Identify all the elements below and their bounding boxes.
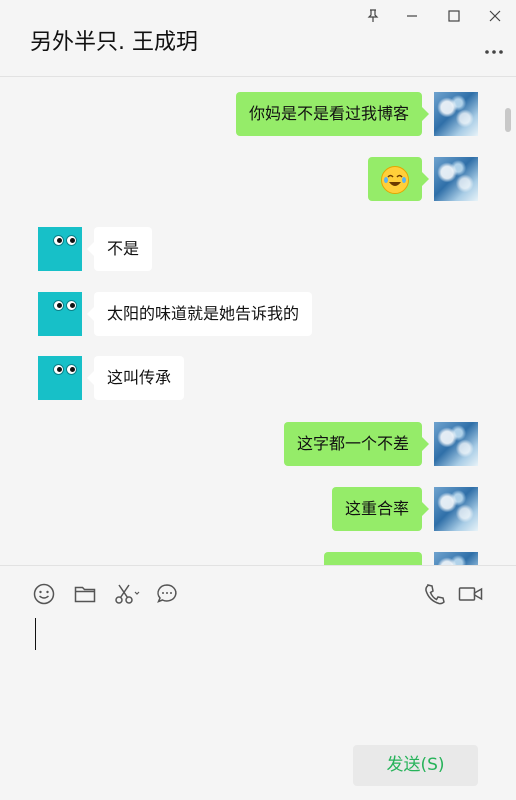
message-list[interactable]: 你妈是不是看过我博客 不是 太阳的味道就是她告诉我的 这叫传承 这字都一个不差 … bbox=[0, 78, 516, 565]
eye-icon bbox=[53, 300, 64, 311]
message-input[interactable] bbox=[30, 614, 486, 734]
minimize-icon[interactable] bbox=[400, 4, 424, 28]
compose-area: 发送(S) bbox=[0, 565, 516, 800]
my-avatar[interactable] bbox=[434, 487, 478, 531]
eye-icon bbox=[53, 364, 64, 375]
my-avatar[interactable] bbox=[434, 552, 478, 565]
my-avatar[interactable] bbox=[434, 422, 478, 466]
sent-message-bubble[interactable]: 这重合率 bbox=[331, 487, 430, 531]
pin-icon[interactable] bbox=[361, 4, 385, 28]
message-row bbox=[0, 552, 516, 565]
message-row: 这重合率 bbox=[0, 487, 516, 533]
eye-icon bbox=[53, 235, 64, 246]
emoji-icon[interactable] bbox=[32, 582, 56, 606]
chat-scrollbar[interactable] bbox=[505, 108, 511, 132]
received-message-bubble[interactable]: 太阳的味道就是她告诉我的 bbox=[86, 292, 313, 336]
chat-history-icon[interactable] bbox=[155, 582, 179, 606]
received-message-bubble[interactable]: 不是 bbox=[86, 227, 153, 271]
contact-avatar[interactable] bbox=[38, 356, 82, 400]
send-button[interactable]: 发送(S) bbox=[353, 745, 478, 786]
maximize-icon[interactable] bbox=[442, 4, 466, 28]
phone-icon[interactable] bbox=[423, 582, 447, 606]
sent-message-bubble[interactable] bbox=[368, 157, 429, 201]
chat-title: 另外半只. 王成玥 bbox=[30, 30, 198, 55]
sent-message-bubble[interactable]: 这字都一个不差 bbox=[283, 422, 430, 466]
my-avatar[interactable] bbox=[434, 92, 478, 136]
chat-header: 另外半只. 王成玥 bbox=[0, 0, 516, 77]
close-icon[interactable] bbox=[483, 4, 507, 28]
message-row bbox=[0, 157, 516, 203]
my-avatar[interactable] bbox=[434, 157, 478, 201]
sent-message-bubble[interactable]: 你妈是不是看过我博客 bbox=[235, 92, 430, 136]
message-row: 太阳的味道就是她告诉我的 bbox=[0, 292, 516, 338]
eye-icon bbox=[66, 364, 77, 375]
more-options-icon[interactable] bbox=[484, 42, 504, 54]
message-row: 不是 bbox=[0, 227, 516, 273]
message-row: 这叫传承 bbox=[0, 356, 516, 402]
message-row: 你妈是不是看过我博客 bbox=[0, 92, 516, 138]
sent-message-bubble[interactable] bbox=[324, 552, 422, 565]
eye-icon bbox=[66, 235, 77, 246]
video-icon[interactable] bbox=[458, 582, 484, 606]
contact-avatar[interactable] bbox=[38, 227, 82, 271]
contact-avatar[interactable] bbox=[38, 292, 82, 336]
scissors-icon[interactable] bbox=[113, 582, 143, 606]
message-row: 这字都一个不差 bbox=[0, 422, 516, 468]
eye-icon bbox=[66, 300, 77, 311]
laughing-tears-emoji-icon bbox=[381, 165, 409, 194]
folder-icon[interactable] bbox=[73, 582, 97, 606]
received-message-bubble[interactable]: 这叫传承 bbox=[86, 356, 185, 400]
